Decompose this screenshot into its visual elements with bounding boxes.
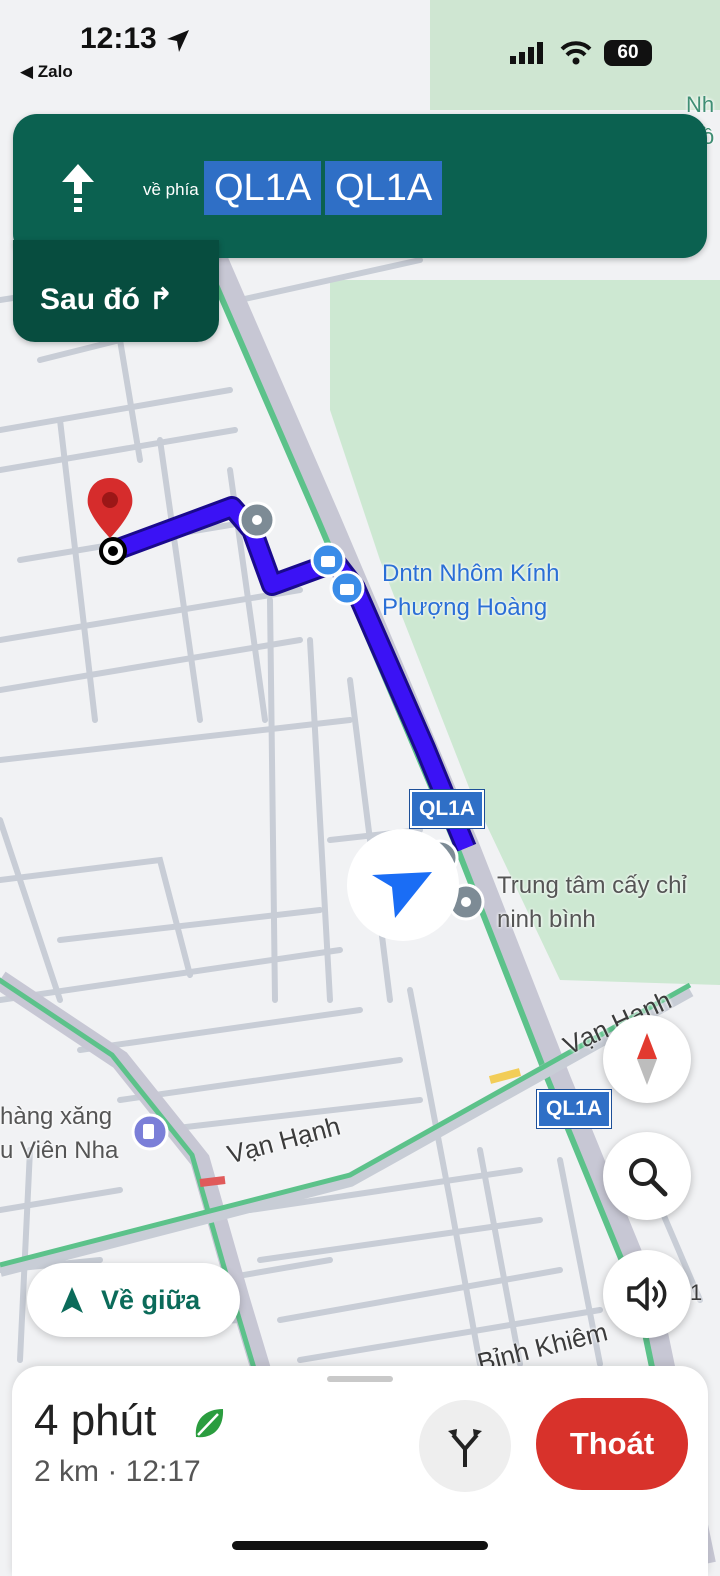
compass-icon — [637, 1033, 657, 1085]
gas-station-pin-icon[interactable] — [131, 1113, 169, 1151]
toward-label: về phía — [143, 180, 199, 199]
cellular-signal-icon — [510, 42, 543, 64]
sound-button[interactable] — [603, 1250, 691, 1338]
wifi-icon — [560, 41, 592, 65]
speaker-icon — [627, 1277, 667, 1311]
destination-chip: QL1A — [204, 161, 322, 215]
navigation-arrow-icon — [61, 1287, 83, 1313]
route-shield-ql1a: QL1A — [408, 789, 486, 829]
place-label-trung-tam[interactable]: Trung tâm cấy chỉ ninh bình — [497, 869, 687, 937]
trip-distance-eta: 2 km · 12:17 — [34, 1455, 201, 1488]
recenter-label: Về giữa — [101, 1284, 201, 1315]
place-label-gas-station[interactable]: hàng xăng u Viên Nha — [0, 1100, 118, 1168]
edge-map-text: Nh — [686, 92, 715, 117]
trip-duration: 4 phút — [34, 1396, 157, 1445]
route-shield-ql1a: QL1A — [535, 1089, 613, 1129]
alternate-routes-button[interactable] — [419, 1400, 511, 1492]
sheet-drag-handle[interactable] — [327, 1376, 393, 1382]
road-label-edge: 1 — [690, 1280, 703, 1305]
place-label-dntn[interactable]: Dntn Nhôm Kính Phượng Hoàng — [382, 557, 559, 625]
status-time: 12:13 — [80, 22, 157, 55]
straight-arrow-icon — [62, 164, 94, 212]
back-to-app-link[interactable]: ◀ Zalo — [20, 62, 73, 82]
route-fork-icon — [448, 1429, 482, 1467]
recenter-button[interactable]: Về giữa — [27, 1263, 240, 1337]
home-indicator[interactable] — [232, 1541, 488, 1550]
compass-button[interactable] — [603, 1015, 691, 1103]
battery-indicator: 60 — [604, 40, 652, 66]
eco-leaf-icon — [195, 1409, 224, 1438]
destination-chip: QL1A — [325, 161, 443, 215]
then-turn-label: Sau đó ↱ — [40, 283, 174, 316]
location-arrow-icon — [167, 30, 189, 52]
search-icon — [629, 1158, 668, 1197]
search-button[interactable] — [603, 1132, 691, 1220]
current-location-icon — [347, 829, 459, 941]
exit-navigation-button[interactable]: Thoát — [536, 1398, 688, 1490]
